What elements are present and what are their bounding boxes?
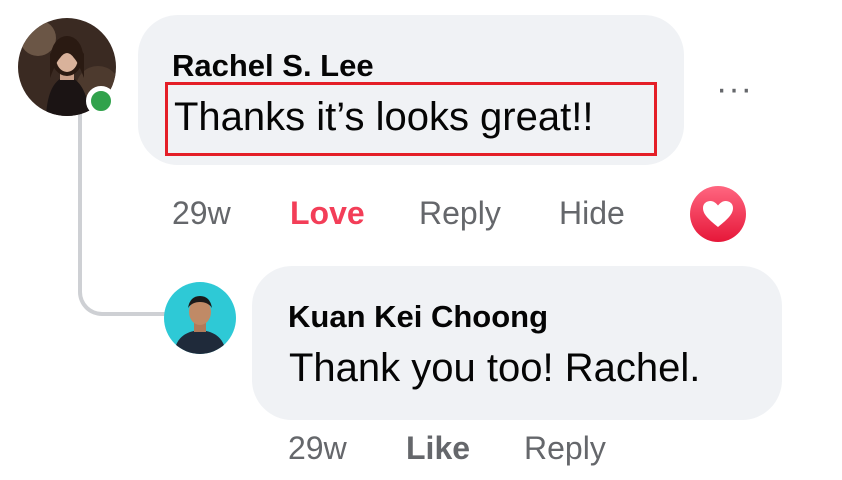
hide-button[interactable]: Hide [559, 195, 625, 232]
highlight-box [165, 82, 657, 156]
avatar-kuan[interactable] [164, 282, 236, 354]
reply-author-name[interactable]: Kuan Kei Choong [288, 299, 548, 335]
heart-icon[interactable] [690, 186, 746, 242]
love-reaction-button[interactable]: Love [290, 195, 365, 232]
comment-author-name[interactable]: Rachel S. Lee [172, 48, 374, 84]
reply-bubble [252, 266, 782, 420]
like-button[interactable]: Like [406, 430, 470, 467]
comment-reply-button[interactable]: Reply [419, 195, 501, 232]
more-options-icon[interactable]: ··· [716, 72, 753, 106]
online-status-dot [86, 86, 116, 116]
reply-timestamp[interactable]: 29w [288, 430, 347, 467]
comment-timestamp[interactable]: 29w [172, 195, 231, 232]
reply-reply-button[interactable]: Reply [524, 430, 606, 467]
reply-text: Thank you too! Rachel. [289, 346, 701, 390]
